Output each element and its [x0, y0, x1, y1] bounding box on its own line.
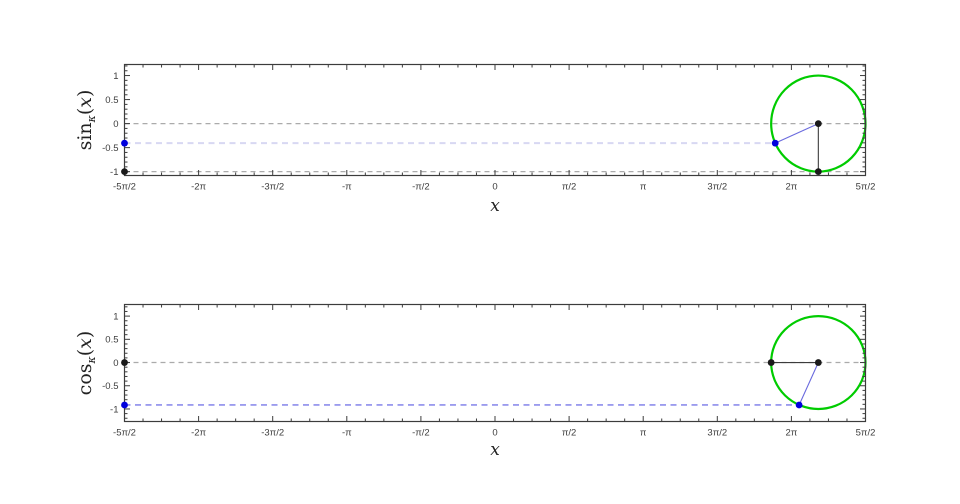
y-tick-label: 1 — [113, 71, 118, 82]
x-tick-label: π/2 — [562, 182, 576, 193]
x-tick-label: -π/2 — [412, 182, 430, 193]
kappa-sin-value-marker — [121, 140, 128, 147]
x-tick-label: 0 — [492, 428, 497, 439]
ylabel-sin-sub: κ — [85, 115, 98, 122]
x-tick-label: 2π — [785, 428, 797, 439]
x-tick-label: -2π — [191, 182, 206, 193]
kappa-cos-value-marker — [121, 402, 128, 409]
x-tick-label: -3π/2 — [261, 428, 284, 439]
ylabel-sin-fn: sin — [74, 122, 96, 150]
y-tick-label: 0 — [113, 358, 118, 369]
radius-segment — [799, 363, 818, 405]
ylabel-cos-var: x — [74, 338, 96, 349]
circle-center-point — [815, 120, 822, 127]
xlabel-bottom: x — [490, 440, 500, 460]
kappa-cos-point-on-circle — [796, 402, 803, 409]
circle-center-point — [815, 359, 822, 366]
x-tick-label: -π — [342, 428, 352, 439]
figure: -5π/2 -2π -3π/2 -π -π/2 0 π/2 π 3π/2 2π 5π/2 -1 -0.5… — [0, 0, 960, 504]
cos-point-on-circle — [768, 359, 775, 366]
subplot-bottom: -5π/2 -2π -3π/2 -π -π/2 0 π/2 π 3π/2 2π 5π/2 -1 -0.5… — [102, 305, 875, 439]
ylabel-sin-var: x — [74, 97, 96, 108]
y-tick-label: 0.5 — [105, 335, 118, 346]
x-tick-label: -2π — [191, 428, 206, 439]
x-tick-label: -π/2 — [412, 428, 430, 439]
radius-segment — [775, 124, 818, 144]
ylabel-cos-open: ( — [74, 349, 96, 356]
sin-point-on-circle — [815, 168, 822, 175]
sin-value-marker — [121, 168, 128, 175]
kappa-sin-point-on-circle — [772, 140, 779, 147]
x-tick-label: π — [640, 428, 647, 439]
y-tick-label: 1 — [113, 311, 118, 322]
x-tick-label: -π — [342, 182, 352, 193]
ylabel-sin-close: ) — [74, 90, 96, 97]
x-tick-label: 2π — [785, 182, 797, 193]
cos-value-marker — [121, 359, 128, 366]
ylabel-sin: sinκ(x) — [74, 90, 98, 151]
y-tick-label: 0 — [113, 119, 118, 130]
y-tick-label: 0.5 — [105, 95, 118, 106]
ylabel-sin-open: ( — [74, 108, 96, 115]
x-tick-label: 5π/2 — [856, 182, 876, 193]
x-tick-label: -5π/2 — [113, 428, 136, 439]
ylabel-cos: cosκ(x) — [74, 331, 98, 396]
xlabel-bottom-text: x — [490, 440, 500, 460]
axes-frame — [125, 65, 866, 176]
subplot-top: -5π/2 -2π -3π/2 -π -π/2 0 π/2 π 3π/2 2π 5π/2 -1 -0.5… — [102, 65, 875, 193]
x-tick-label: -3π/2 — [261, 182, 284, 193]
ylabel-cos-sub: κ — [85, 356, 98, 363]
y-tick-label: -1 — [110, 167, 118, 178]
ylabel-cos-fn: cos — [74, 363, 96, 395]
x-tick-label: 3π/2 — [707, 428, 727, 439]
xlabel-top: x — [490, 196, 500, 216]
y-tick-label: -1 — [110, 404, 118, 415]
x-tick-label: 5π/2 — [856, 428, 876, 439]
x-tick-label: -5π/2 — [113, 182, 136, 193]
x-tick-label: π/2 — [562, 428, 576, 439]
y-tick-label: -0.5 — [102, 381, 118, 392]
y-tick-label: -0.5 — [102, 143, 118, 154]
x-tick-label: 0 — [492, 182, 497, 193]
xlabel-top-text: x — [490, 196, 500, 216]
plots-canvas: -5π/2 -2π -3π/2 -π -π/2 0 π/2 π 3π/2 2π 5π/2 -1 -0.5… — [0, 0, 960, 504]
x-tick-label: 3π/2 — [707, 182, 727, 193]
x-tick-label: π — [640, 182, 647, 193]
ylabel-cos-close: ) — [74, 331, 96, 338]
